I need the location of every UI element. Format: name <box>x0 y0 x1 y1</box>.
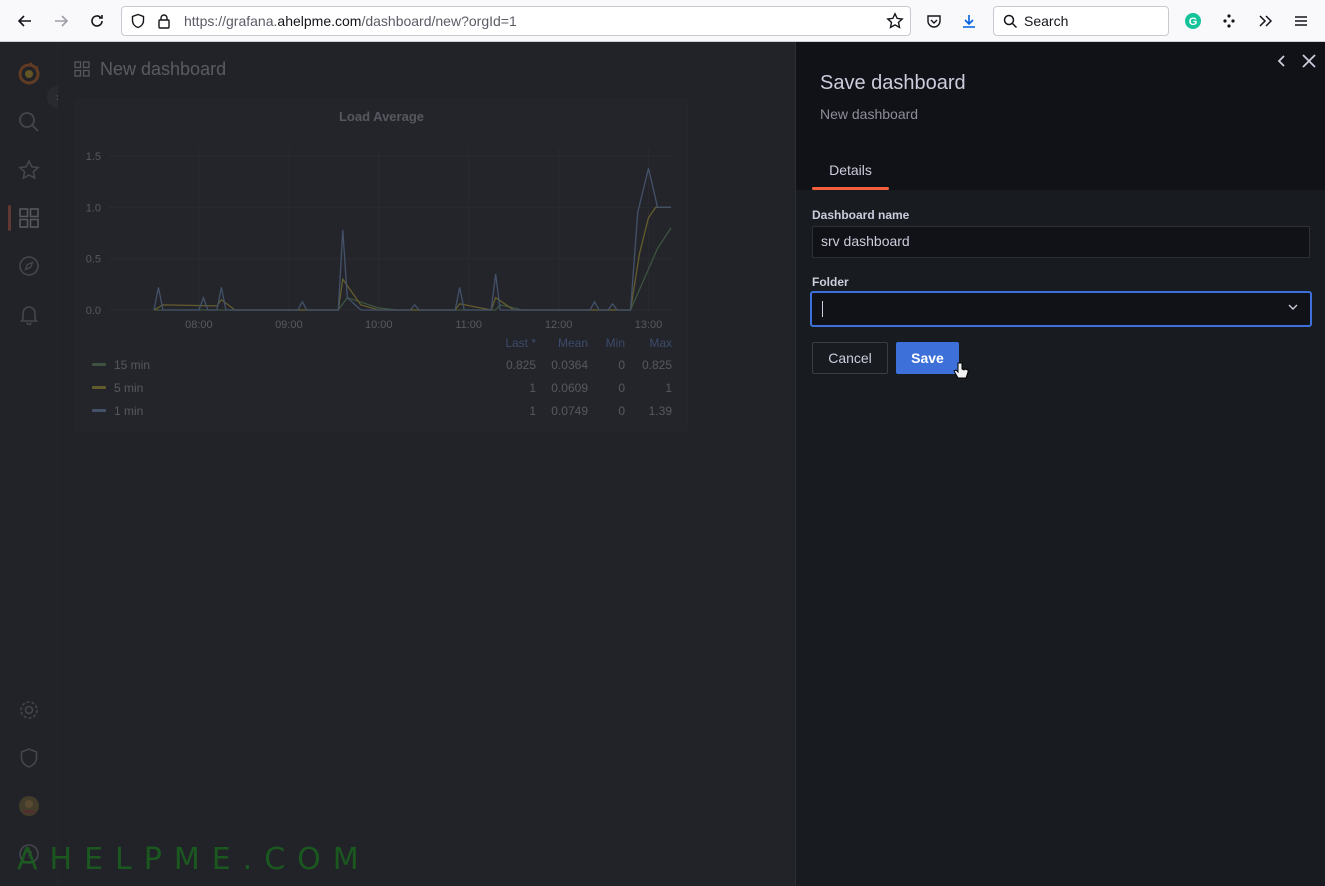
legend-row[interactable]: 5 min 1 0.0609 0 1 <box>92 379 672 397</box>
side-menu: ? <box>0 42 58 886</box>
pocket-icon[interactable] <box>922 9 946 33</box>
browser-search-box[interactable]: Search <box>993 6 1169 36</box>
legend-swatch <box>92 386 106 389</box>
x-tick-label: 08:00 <box>185 319 213 331</box>
legend-value: 1 <box>529 381 536 395</box>
forward-arrow-icon[interactable] <box>49 9 73 33</box>
legend-value: 0.825 <box>641 358 672 372</box>
dashboard-name-label: Dashboard name <box>812 208 910 222</box>
legend-series-name: 15 min <box>114 358 151 372</box>
search-label: Search <box>1024 13 1069 29</box>
y-tick-label: 1.0 <box>86 202 101 214</box>
explore-compass-icon[interactable] <box>17 254 41 278</box>
drawer-title: Save dashboard <box>820 72 966 94</box>
search-icon <box>1003 14 1018 34</box>
dashboards-icon[interactable] <box>17 206 41 230</box>
legend-row[interactable]: 1 min 1 0.0749 0 1.39 <box>92 402 672 420</box>
hand-cursor-icon <box>952 361 970 388</box>
tab-details[interactable]: Details <box>812 156 889 190</box>
legend-value: 1 <box>529 404 536 418</box>
y-tick-label: 0.0 <box>86 305 101 317</box>
legend-swatch <box>92 409 106 412</box>
x-tick-label: 10:00 <box>365 319 393 331</box>
legend-series-name: 5 min <box>114 381 144 395</box>
tab-active-underline <box>812 187 889 190</box>
configuration-gear-icon[interactable] <box>17 698 41 722</box>
shield-icon[interactable] <box>130 13 146 34</box>
url-text: https://grafana.ahelpme.com/dashboard/ne… <box>184 13 517 29</box>
close-icon[interactable] <box>1298 50 1320 72</box>
back-arrow-icon[interactable] <box>13 9 37 33</box>
save-dashboard-drawer: Save dashboard New dashboard Details Das… <box>795 42 1325 886</box>
download-icon[interactable] <box>957 9 981 33</box>
lock-icon[interactable] <box>157 13 171 34</box>
grafana-app: ? › New dashboard Load Average 0.00.51.0… <box>0 42 1325 886</box>
x-tick-label: 09:00 <box>275 319 303 331</box>
legend-value: 1 <box>665 381 672 395</box>
legend-value: 1.39 <box>648 404 672 418</box>
legend-swatch <box>92 363 106 366</box>
chevron-down-icon[interactable] <box>1288 301 1298 315</box>
dashboard-name-input[interactable]: srv dashboard <box>812 226 1310 258</box>
folder-select[interactable] <box>810 291 1312 327</box>
legend-series-name: 1 min <box>114 404 144 418</box>
x-tick-label: 13:00 <box>635 319 663 331</box>
y-tick-label: 1.5 <box>86 151 101 163</box>
dashboard-title: New dashboard <box>100 59 227 79</box>
series-line-15-min <box>153 227 672 311</box>
dashboard-grid-icon <box>74 61 90 82</box>
y-tick-label: 0.5 <box>86 254 101 266</box>
drawer-subtitle: New dashboard <box>820 106 919 122</box>
load-average-chart: 0.0 0.5 1.0 1.5 08:00 09:00 10:00 11:00 12:00 13:… <box>86 148 672 331</box>
text-cursor <box>822 301 823 317</box>
legend-value: 0.825 <box>505 358 536 372</box>
url-bar[interactable]: https://grafana.ahelpme.com/dashboard/ne… <box>121 6 911 36</box>
cancel-button[interactable]: Cancel <box>812 342 888 374</box>
svg-text:G: G <box>1189 16 1198 28</box>
hamburger-menu-icon[interactable] <box>1289 9 1313 33</box>
legend-column-header[interactable]: Last * <box>476 336 536 350</box>
watermark-text: AHELPME.COM <box>17 842 371 877</box>
bookmark-star-icon[interactable] <box>886 12 904 35</box>
user-avatar[interactable] <box>17 794 41 818</box>
server-admin-shield-icon[interactable] <box>17 746 41 770</box>
collapse-chevron-left-icon[interactable] <box>1271 50 1293 72</box>
grafana-logo-icon[interactable] <box>17 62 41 86</box>
starred-icon[interactable] <box>17 158 41 182</box>
legend-row[interactable]: 15 min 0.825 0.0364 0 0.825 <box>92 356 672 374</box>
load-average-panel[interactable]: Load Average 0.0 0.5 1.0 1.5 08:00 09:00 10:00… <box>75 99 688 432</box>
save-button[interactable]: Save <box>896 342 959 374</box>
reload-icon[interactable] <box>85 9 109 33</box>
alerting-bell-icon[interactable] <box>17 302 41 326</box>
grammarly-icon[interactable]: G <box>1181 9 1205 33</box>
series-line-1-min <box>153 168 671 311</box>
folder-label: Folder <box>812 275 849 289</box>
x-tick-label: 12:00 <box>545 319 573 331</box>
overflow-chevron-icon[interactable] <box>1253 9 1277 33</box>
legend-column-header[interactable]: Max <box>612 336 672 350</box>
extension-icon[interactable] <box>1217 9 1241 33</box>
active-indicator <box>8 205 11 231</box>
browser-toolbar: https://grafana.ahelpme.com/dashboard/ne… <box>0 0 1325 42</box>
search-icon[interactable] <box>17 110 41 134</box>
x-tick-label: 11:00 <box>455 319 482 331</box>
drawer-header: Save dashboard New dashboard Details <box>796 42 1325 190</box>
